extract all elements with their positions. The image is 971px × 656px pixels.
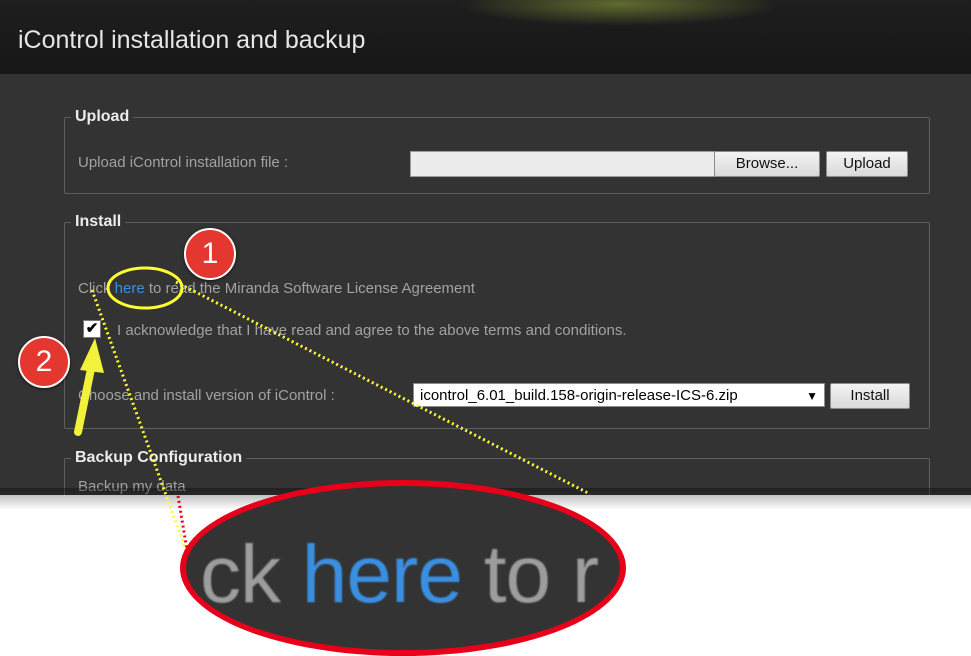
connector-line-left (90, 289, 190, 557)
magnifier-callout: ck here to r (180, 480, 626, 656)
here-highlight-circle (106, 266, 184, 310)
magnified-link: here (301, 529, 463, 620)
magnified-text: ck here to r (200, 528, 599, 622)
arrow-icon (74, 338, 104, 436)
magnified-suffix: to r (461, 529, 599, 620)
connector-line-right (175, 280, 591, 496)
step-marker-2: 2 (18, 336, 70, 388)
magnified-prefix: ck (200, 529, 302, 620)
step-marker-1: 1 (184, 228, 236, 280)
